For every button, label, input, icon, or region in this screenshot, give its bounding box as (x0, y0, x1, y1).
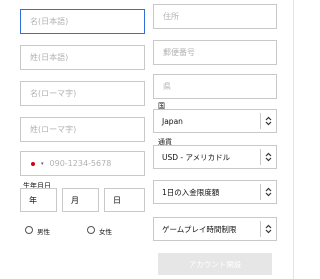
phone-placeholder: 090-1234-5678 (49, 159, 112, 168)
day-label: 日 (113, 195, 121, 205)
up-down-arrows-icon (265, 152, 272, 162)
postal-code-input[interactable]: 郵便番号 (153, 40, 277, 65)
last-name-romaji-placeholder: 姓(ローマ字) (30, 125, 77, 134)
currency-select[interactable]: USD - アメリカドル (153, 145, 277, 169)
phone-input[interactable]: ▾ 090-1234-5678 (20, 151, 145, 176)
month-label: 月 (71, 195, 79, 205)
select-divider (260, 149, 261, 165)
last-name-ja-placeholder: 姓(日本語) (30, 53, 69, 62)
gender-female-label: 女性 (99, 228, 112, 236)
last-name-romaji-input[interactable]: 姓(ローマ字) (20, 117, 145, 142)
birth-year-select[interactable]: 年 (20, 188, 57, 212)
address-placeholder: 住所 (163, 12, 179, 21)
playtime-limit-select[interactable]: ゲームプレイ時間制限 (153, 217, 277, 241)
japan-flag-icon[interactable] (27, 160, 39, 168)
prefecture-placeholder: 県 (163, 82, 171, 91)
birth-month-select[interactable]: 月 (62, 188, 99, 212)
select-divider (260, 184, 261, 200)
year-label: 年 (29, 195, 37, 205)
country-select[interactable]: Japan (153, 109, 277, 133)
up-down-arrows-icon (265, 116, 272, 126)
gender-male-radio[interactable] (25, 226, 33, 234)
currency-value: USD - アメリカドル (162, 152, 231, 162)
last-name-ja-input[interactable]: 姓(日本語) (20, 45, 145, 70)
chevron-down-icon[interactable]: ▾ (41, 161, 44, 167)
playtime-limit-value: ゲームプレイ時間制限 (162, 224, 237, 234)
up-down-arrows-icon (265, 187, 272, 197)
open-account-button[interactable]: アカウント開設 (158, 253, 272, 275)
up-down-arrows-icon (265, 224, 272, 234)
prefecture-input[interactable]: 県 (153, 74, 277, 99)
postal-code-placeholder: 郵便番号 (163, 48, 195, 57)
gender-female-radio[interactable] (87, 226, 95, 234)
birth-day-select[interactable]: 日 (104, 188, 145, 212)
deposit-limit-select[interactable]: 1日の入金限度額 (153, 180, 277, 204)
select-divider (260, 113, 261, 129)
first-name-ja-placeholder: 名(日本語) (30, 17, 69, 26)
address-input[interactable]: 住所 (153, 4, 277, 29)
first-name-ja-input[interactable]: 名(日本語) (20, 9, 145, 34)
select-divider (260, 221, 261, 237)
country-value: Japan (162, 116, 183, 126)
gender-male-label: 男性 (37, 228, 50, 236)
first-name-romaji-placeholder: 名(ローマ字) (30, 89, 77, 98)
deposit-limit-value: 1日の入金限度額 (162, 187, 220, 197)
registration-form: 名(日本語) 姓(日本語) 名(ローマ字) 姓(ローマ字) ▾ 090-1234… (0, 0, 294, 279)
first-name-romaji-input[interactable]: 名(ローマ字) (20, 81, 145, 106)
